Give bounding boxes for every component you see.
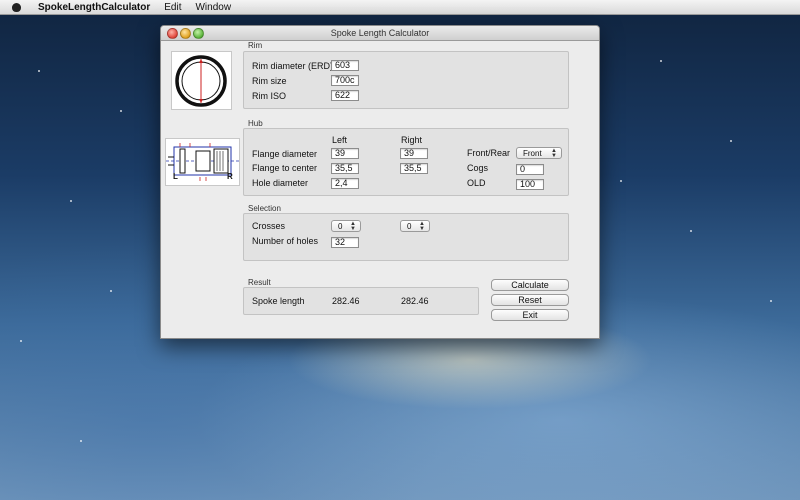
select-arrows-icon: ▲ ▼: [419, 221, 425, 232]
rim-group: Rim diameter (ERD) Rim size Rim ISO: [243, 51, 569, 109]
rim-size-input[interactable]: [331, 75, 359, 86]
crosses-left-select[interactable]: 0 ▲ ▼: [331, 220, 361, 232]
front-rear-select[interactable]: Front ▲ ▼: [516, 147, 562, 159]
select-arrows-icon: ▲ ▼: [350, 221, 356, 232]
calculate-button[interactable]: Calculate: [491, 279, 569, 291]
hub-left-header: Left: [332, 135, 348, 145]
hole-diameter-input[interactable]: [331, 178, 359, 189]
number-of-holes-label: Number of holes: [252, 236, 319, 246]
front-rear-selected: Front: [523, 149, 542, 158]
exit-button[interactable]: Exit: [491, 309, 569, 321]
hub-diagram-right-label: R: [227, 172, 233, 181]
number-of-holes-input[interactable]: [331, 237, 359, 248]
old-input[interactable]: [516, 179, 544, 190]
flange-diameter-right-input[interactable]: [400, 148, 428, 159]
rim-section-title: Rim: [248, 41, 263, 50]
apple-icon[interactable]: [10, 2, 24, 12]
hole-diameter-label: Hole diameter: [252, 178, 309, 188]
result-section-title: Result: [248, 278, 271, 287]
spoke-length-right-value: 282.46: [401, 296, 429, 306]
rim-size-label: Rim size: [252, 76, 287, 86]
rim-iso-input[interactable]: [331, 90, 359, 101]
hub-right-header: Right: [401, 135, 423, 145]
hub-diagram: L R: [165, 138, 240, 186]
flange-to-center-label: Flange to center: [252, 163, 318, 173]
spoke-length-left-value: 282.46: [332, 296, 360, 306]
front-rear-label: Front/Rear: [467, 148, 511, 158]
app-window: Spoke Length Calculator L R Rim Rim diam…: [160, 25, 600, 339]
menu-edit[interactable]: Edit: [164, 2, 181, 13]
selection-group: Crosses 0 ▲ ▼ 0 ▲ ▼ Number of holes: [243, 213, 569, 261]
selection-section-title: Selection: [248, 204, 281, 213]
rim-iso-label: Rim ISO: [252, 91, 287, 101]
reset-button[interactable]: Reset: [491, 294, 569, 306]
cogs-input[interactable]: [516, 164, 544, 175]
menu-bar: SpokeLengthCalculator Edit Window: [0, 0, 800, 15]
rim-erd-input[interactable]: [331, 60, 359, 71]
crosses-label: Crosses: [252, 221, 286, 231]
menu-app-name[interactable]: SpokeLengthCalculator: [38, 2, 150, 13]
flange-diameter-label: Flange diameter: [252, 149, 318, 159]
flange-to-center-right-input[interactable]: [400, 163, 428, 174]
hub-diagram-left-label: L: [173, 172, 178, 181]
flange-diameter-left-input[interactable]: [331, 148, 359, 159]
cogs-label: Cogs: [467, 163, 489, 173]
rim-wheel-icon: [175, 55, 227, 107]
rim-erd-label: Rim diameter (ERD): [252, 61, 334, 71]
close-icon[interactable]: [167, 28, 178, 39]
result-group: Spoke length 282.46 282.46: [243, 287, 479, 315]
hub-group: Left Right Flange diameter Flange to cen…: [243, 128, 569, 196]
rim-diagram: [171, 51, 232, 110]
hub-section-title: Hub: [248, 119, 263, 128]
zoom-icon[interactable]: [193, 28, 204, 39]
flange-to-center-left-input[interactable]: [331, 163, 359, 174]
window-title: Spoke Length Calculator: [330, 28, 430, 38]
select-arrows-icon: ▲ ▼: [551, 148, 557, 159]
menu-window[interactable]: Window: [195, 2, 231, 13]
crosses-right-select[interactable]: 0 ▲ ▼: [400, 220, 430, 232]
spoke-length-label: Spoke length: [252, 296, 305, 306]
old-label: OLD: [467, 178, 486, 188]
crosses-right-selected: 0: [407, 222, 412, 231]
window-titlebar[interactable]: Spoke Length Calculator: [161, 26, 599, 41]
crosses-left-selected: 0: [338, 222, 343, 231]
minimize-icon[interactable]: [180, 28, 191, 39]
